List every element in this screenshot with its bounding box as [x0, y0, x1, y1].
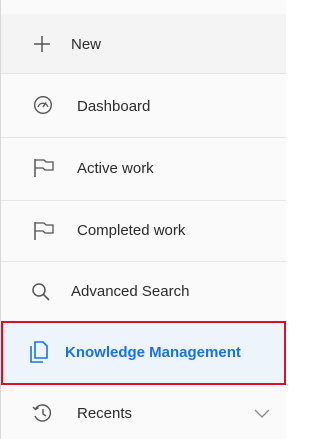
flag-icon [33, 221, 55, 241]
nav-item-label: Recents [77, 405, 133, 422]
nav-item-label: Advanced Search [71, 283, 190, 300]
nav-item-knowledge-management[interactable]: Knowledge Management [1, 321, 286, 385]
nav-item-label: Dashboard [77, 98, 151, 115]
chevron-down-icon[interactable] [254, 409, 270, 419]
nav-item-active-work[interactable]: Active work [1, 138, 286, 200]
nav-item-label: Completed work [77, 222, 186, 239]
nav-item-label: Active work [77, 160, 154, 177]
nav-item-advanced-search[interactable]: Advanced Search [1, 262, 286, 320]
nav-item-dashboard[interactable]: Dashboard [1, 75, 286, 137]
side-navigation: New Dashboard Active work Completed work… [0, 0, 286, 439]
search-icon [31, 282, 51, 302]
gauge-icon [33, 95, 53, 115]
history-icon [31, 403, 53, 423]
documents-icon [29, 341, 49, 363]
flag-icon [33, 158, 55, 178]
nav-item-recents[interactable]: Recents [1, 387, 286, 439]
nav-item-completed-work[interactable]: Completed work [1, 201, 286, 261]
plus-icon [33, 35, 51, 53]
nav-item-label: Knowledge Management [65, 344, 241, 361]
nav-item-label: New [71, 36, 102, 53]
nav-item-new[interactable]: New [1, 14, 286, 74]
